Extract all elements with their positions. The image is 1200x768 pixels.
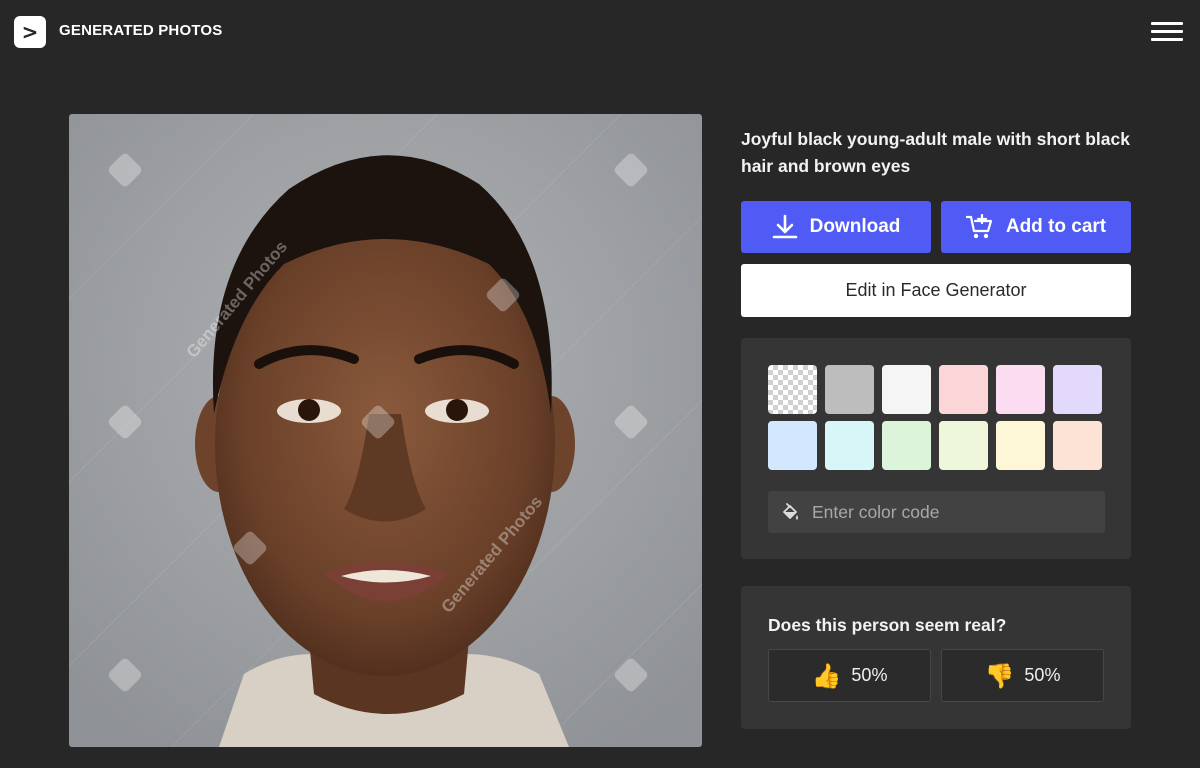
swatch-transparent[interactable] — [768, 365, 817, 414]
swatch-light-lime[interactable] — [939, 421, 988, 470]
thumbs-down-icon: 👎 — [984, 661, 1015, 690]
background-color-panel — [741, 338, 1131, 559]
realness-panel: Does this person seem real? 👍 50% 👎 50% — [741, 586, 1131, 729]
hamburger-menu-icon[interactable] — [1150, 20, 1184, 44]
cart-plus-icon — [965, 214, 994, 240]
download-button[interactable]: Download — [741, 201, 931, 253]
logo-icon[interactable]: > — [14, 16, 46, 48]
swatch-lavender-pink[interactable] — [996, 365, 1045, 414]
download-label: Download — [809, 216, 901, 237]
edit-label: Edit in Face Generator — [845, 280, 1027, 300]
realness-question: Does this person seem real? — [768, 615, 1007, 635]
add-to-cart-label: Add to cart — [1005, 216, 1107, 237]
swatch-light-green[interactable] — [882, 421, 931, 470]
swatch-lavender[interactable] — [1053, 365, 1102, 414]
swatch-light-blue[interactable] — [768, 421, 817, 470]
thumbs-up-icon: 👍 — [811, 661, 842, 690]
swatch-light-cyan[interactable] — [825, 421, 874, 470]
color-code-input[interactable] — [812, 491, 1092, 533]
logo-text[interactable]: GENERATED PHOTOS — [59, 22, 223, 39]
color-code-field[interactable] — [768, 491, 1105, 533]
vote-real-button[interactable]: 👍 50% — [768, 649, 931, 702]
vote-fake-percent: 50% — [1024, 665, 1061, 685]
paint-bucket-icon — [780, 503, 800, 528]
swatch-light-yellow[interactable] — [996, 421, 1045, 470]
download-icon — [772, 214, 798, 240]
add-to-cart-button[interactable]: Add to cart — [941, 201, 1131, 253]
header: > GENERATED PHOTOS — [0, 0, 1200, 64]
edit-in-face-generator-button[interactable]: Edit in Face Generator — [741, 264, 1131, 317]
vote-real-percent: 50% — [851, 665, 888, 685]
swatch-gray[interactable] — [825, 365, 874, 414]
photo-description: Joyful black young-adult male with short… — [741, 129, 1130, 176]
swatch-peach[interactable] — [1053, 421, 1102, 470]
swatch-pink[interactable] — [939, 365, 988, 414]
swatch-white[interactable] — [882, 365, 931, 414]
vote-fake-button[interactable]: 👎 50% — [941, 649, 1104, 702]
generated-face-photo: Generated Photos Generated Photos — [69, 114, 702, 747]
